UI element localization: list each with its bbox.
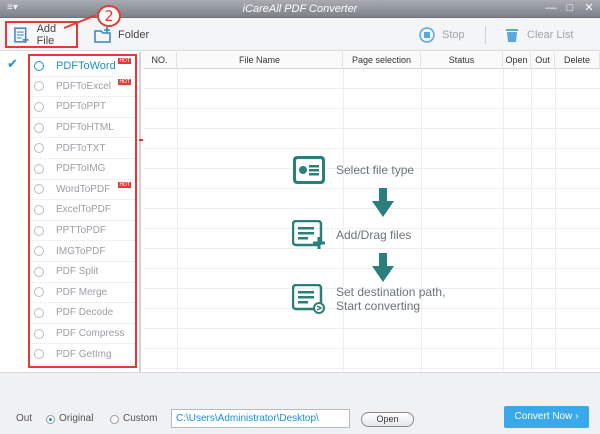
column-header-status[interactable]: Status bbox=[421, 52, 503, 69]
sidebar-item-pdftotxt[interactable]: PDFToTXT bbox=[30, 138, 135, 159]
stop-button[interactable]: Stop bbox=[418, 21, 465, 48]
column-header-out[interactable]: Out bbox=[531, 52, 555, 69]
step-1-text: Select file type bbox=[336, 163, 415, 177]
conversion-type-icon bbox=[34, 328, 44, 339]
sidebar-item-pdf-split[interactable]: PDF Split bbox=[30, 262, 135, 283]
trash-icon bbox=[506, 28, 518, 42]
toolbar-divider bbox=[485, 26, 486, 44]
clear-list-label: Clear List bbox=[527, 28, 574, 41]
sidebar-item-label: PDF Decode bbox=[56, 307, 114, 319]
file-type-icon bbox=[293, 156, 325, 184]
sidebar-item-label: WordToPDF bbox=[56, 183, 111, 195]
destination-path-icon bbox=[292, 284, 325, 314]
step-destination-convert: Set destination path, Start converting bbox=[292, 284, 445, 314]
sidebar-item-pdftoexcel[interactable]: PDFToExcel HOT bbox=[30, 77, 135, 98]
sidebar-item-ppttopdf[interactable]: PPTToPDF bbox=[30, 221, 135, 242]
sidebar-item-label: PDF Merge bbox=[56, 286, 108, 298]
minimize-icon[interactable]: — bbox=[542, 1, 560, 16]
hot-badge: HOT bbox=[118, 58, 131, 64]
hot-badge: HOT bbox=[118, 181, 131, 188]
sidebar-item-label: PDF GetImg bbox=[56, 348, 112, 360]
original-radio[interactable] bbox=[46, 415, 55, 424]
conversion-sidebar: ✔ PDFToWord HOT PDFToExcel HOT PDFToPPT PDFTo… bbox=[0, 52, 141, 372]
sidebar-item-pdf-compress[interactable]: PDF Compress bbox=[30, 324, 135, 345]
folder-icon bbox=[94, 26, 111, 43]
step-3-line-2: Start converting bbox=[336, 299, 421, 313]
stop-label: Stop bbox=[442, 28, 465, 41]
custom-label[interactable]: Custom bbox=[123, 413, 157, 424]
stop-icon bbox=[419, 26, 435, 43]
selected-check-icon: ✔ bbox=[7, 56, 18, 71]
step-select-file-type: Select file type bbox=[292, 155, 414, 185]
sidebar-item-pdftoword[interactable]: PDFToWord HOT bbox=[30, 56, 135, 77]
sidebar-item-label: PDFToHTML bbox=[56, 122, 114, 134]
convert-now-button[interactable]: Convert Now › bbox=[504, 406, 589, 428]
window-title: iCareAll PDF Converter bbox=[242, 3, 358, 15]
add-files-icon bbox=[292, 220, 325, 249]
conversion-type-icon bbox=[34, 184, 44, 195]
conversion-type-icon bbox=[34, 143, 44, 154]
callout-2-circle: 2 bbox=[97, 5, 121, 27]
sidebar-item-label: PDFToTXT bbox=[56, 142, 106, 154]
conversion-type-list: PDFToWord HOT PDFToExcel HOT PDFToPPT PDFToHT… bbox=[28, 54, 137, 368]
column-header-page-selection[interactable]: Page selection bbox=[343, 52, 421, 69]
step-3-line-1: Set destination path, bbox=[336, 285, 446, 299]
sidebar-item-pdftoimg[interactable]: PDFToIMG bbox=[30, 159, 135, 180]
sidebar-item-imgtopdf[interactable]: IMGToPDF bbox=[30, 241, 135, 262]
step-2-text: Add/Drag files bbox=[336, 228, 412, 242]
conversion-type-icon bbox=[34, 122, 44, 133]
sidebar-item-label: IMGToPDF bbox=[56, 245, 106, 257]
step-arrow-1-icon bbox=[372, 188, 394, 217]
conversion-type-icon bbox=[34, 307, 44, 318]
sidebar-item-wordtopdf[interactable]: WordToPDF HOT bbox=[30, 180, 135, 201]
conversion-type-icon bbox=[34, 246, 44, 257]
conversion-type-icon bbox=[34, 60, 44, 71]
column-header-open[interactable]: Open bbox=[503, 52, 531, 69]
conversion-type-icon bbox=[34, 101, 44, 112]
sidebar-item-exceltopdf[interactable]: ExcelToPDF bbox=[30, 200, 135, 221]
conversion-type-icon bbox=[34, 287, 44, 298]
column-header-delete[interactable]: Delete bbox=[555, 52, 600, 69]
conversion-type-icon bbox=[34, 81, 44, 92]
folder-label: Folder bbox=[118, 28, 150, 41]
sidebar-item-pdf-decode[interactable]: PDF Decode bbox=[30, 303, 135, 324]
output-path-field[interactable]: C:\Users\Administrator\Desktop\ bbox=[171, 409, 350, 428]
sidebar-item-label: PDF Split bbox=[56, 266, 99, 278]
output-footer: Out Original Custom C:\Users\Administrat… bbox=[0, 372, 600, 434]
close-icon[interactable]: ✕ bbox=[580, 1, 598, 16]
conversion-type-icon bbox=[34, 225, 44, 236]
sidebar-item-label: PDFToWord bbox=[56, 59, 116, 72]
conversion-type-icon bbox=[34, 204, 44, 215]
sidebar-item-label: PDFToPPT bbox=[56, 101, 107, 113]
sidebar-item-label: PPTToPDF bbox=[56, 225, 107, 237]
sidebar-item-pdf-merge[interactable]: PDF Merge bbox=[30, 283, 135, 304]
original-label[interactable]: Original bbox=[59, 413, 93, 424]
maximize-icon[interactable]: □ bbox=[561, 1, 579, 16]
clear-list-button[interactable]: Clear List bbox=[503, 21, 573, 48]
conversion-type-icon bbox=[34, 266, 44, 277]
out-label: Out bbox=[16, 413, 33, 424]
sidebar-item-pdftoppt[interactable]: PDFToPPT bbox=[30, 97, 135, 118]
column-header-file-name[interactable]: File Name bbox=[177, 52, 343, 69]
sidebar-item-pdf-getimg[interactable]: PDF GetImg bbox=[30, 344, 135, 365]
sidebar-item-label: ExcelToPDF bbox=[56, 204, 112, 216]
custom-radio[interactable] bbox=[110, 415, 119, 424]
table-header: NO. File Name Page selection Status Open Out D… bbox=[143, 52, 600, 69]
column-header-no[interactable]: NO. bbox=[143, 52, 177, 69]
hot-badge: HOT bbox=[118, 78, 131, 85]
conversion-type-icon bbox=[34, 163, 44, 174]
toolbar: Add File Folder Stop Clear List bbox=[0, 18, 600, 51]
step-arrow-2-icon bbox=[372, 253, 394, 282]
step-add-drag-files: Add/Drag files bbox=[292, 220, 411, 250]
sidebar-item-label: PDFToIMG bbox=[56, 163, 106, 175]
step-3-text: Set destination path, Start converting bbox=[336, 285, 445, 313]
sidebar-item-label: PDF Compress bbox=[56, 328, 125, 340]
sidebar-item-pdftohtml[interactable]: PDFToHTML bbox=[30, 118, 135, 139]
sidebar-item-label: PDFToExcel bbox=[56, 80, 112, 92]
conversion-type-icon bbox=[34, 349, 44, 360]
open-folder-button[interactable]: Open bbox=[361, 412, 414, 427]
add-file-icon bbox=[14, 26, 29, 43]
